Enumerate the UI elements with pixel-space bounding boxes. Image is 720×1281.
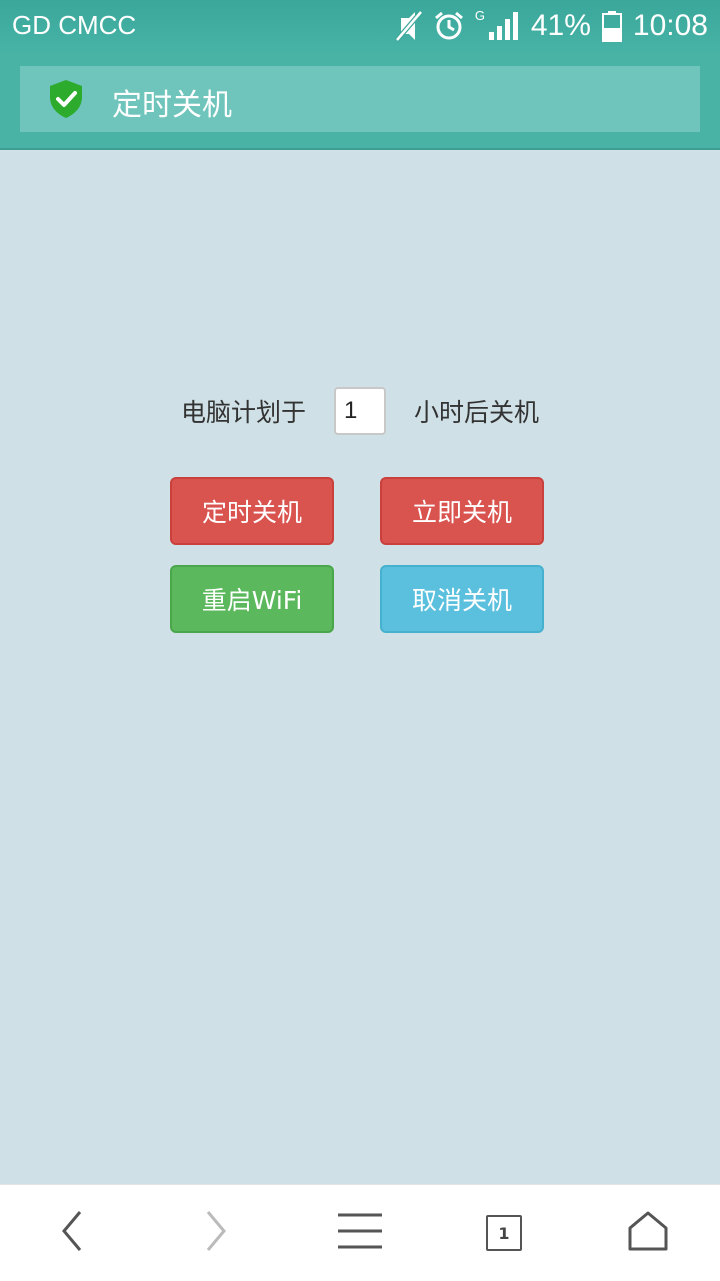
home-icon xyxy=(627,1210,669,1256)
restart-wifi-button[interactable]: 重启WiFi xyxy=(170,565,334,633)
tabs-button[interactable]: 1 xyxy=(432,1185,576,1281)
shutdown-schedule-form: 电脑计划于 小时后关机 xyxy=(0,384,720,438)
alarm-icon xyxy=(433,10,465,42)
menu-button[interactable] xyxy=(288,1185,432,1281)
status-icons: G 41% 10:08 xyxy=(393,6,708,46)
battery-icon xyxy=(601,10,623,42)
header-divider xyxy=(0,148,720,150)
back-button[interactable] xyxy=(0,1185,144,1281)
signal-icon: G xyxy=(474,8,521,42)
mute-icon xyxy=(393,10,423,42)
back-icon xyxy=(60,1209,84,1257)
shield-check-icon xyxy=(48,79,84,123)
status-bar: GD CMCC G 41% 10:08 xyxy=(0,0,720,52)
battery-percent: 41% xyxy=(530,9,591,42)
tabs-icon: 1 xyxy=(486,1215,522,1251)
clock: 10:08 xyxy=(632,9,708,42)
tab-count: 1 xyxy=(498,1223,510,1243)
forward-icon xyxy=(204,1209,228,1257)
schedule-label-after: 小时后关机 xyxy=(414,398,540,427)
title-bar: 定时关机 xyxy=(20,66,700,132)
app-header: 定时关机 xyxy=(0,52,720,148)
cancel-shutdown-button[interactable]: 取消关机 xyxy=(380,565,544,633)
carrier-name: GD CMCC xyxy=(12,10,137,40)
browser-nav-bar: 1 xyxy=(0,1184,720,1281)
schedule-label-before: 电脑计划于 xyxy=(180,398,306,427)
home-button[interactable] xyxy=(576,1185,720,1281)
scheduled-shutdown-button[interactable]: 定时关机 xyxy=(170,477,334,545)
forward-button[interactable] xyxy=(144,1185,288,1281)
menu-icon xyxy=(337,1213,383,1253)
hours-input[interactable] xyxy=(334,387,386,435)
shutdown-now-button[interactable]: 立即关机 xyxy=(380,477,544,545)
page-title: 定时关机 xyxy=(112,88,232,123)
network-type: G xyxy=(474,8,485,23)
